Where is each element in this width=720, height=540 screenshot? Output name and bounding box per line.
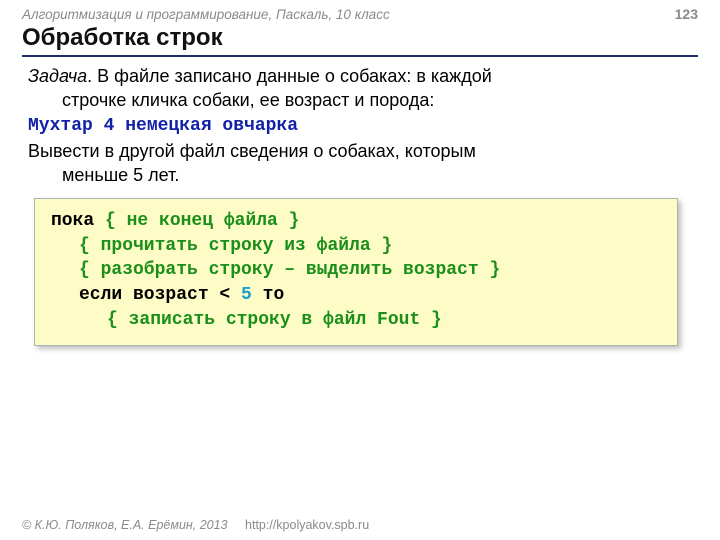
code-comment: { прочитать строку из файла }: [79, 236, 392, 256]
code-block: пока { не конец файла } { прочитать стро…: [34, 198, 678, 346]
footer-url: http://kpolyakov.spb.ru: [245, 518, 369, 532]
code-number: 5: [241, 285, 252, 305]
task-label: Задача: [28, 66, 87, 86]
slide-header: Алгоритмизация и программирование, Паска…: [0, 0, 720, 24]
content-area: Задача. В файле записано данные о собака…: [0, 61, 720, 346]
code-keyword: то: [252, 285, 284, 305]
code-line-3: { разобрать строку – выделить возраст }: [51, 258, 661, 283]
task-line-3: Вывести в другой файл сведения о собаках…: [28, 140, 692, 164]
slide-footer: © К.Ю. Поляков, Е.А. Ерёмин, 2013 http:/…: [22, 518, 369, 532]
task-line-1: Задача. В файле записано данные о собака…: [28, 65, 692, 89]
page-number: 123: [675, 6, 698, 22]
code-comment: { записать строку в файл Fout }: [107, 310, 442, 330]
code-keyword: если возраст <: [79, 285, 241, 305]
code-comment: { разобрать строку – выделить возраст }: [79, 260, 500, 280]
code-keyword: пока: [51, 211, 105, 231]
copyright: © К.Ю. Поляков, Е.А. Ерёмин, 2013: [22, 518, 228, 532]
code-comment: { не конец файла }: [105, 211, 299, 231]
code-line-4: если возраст < 5 то: [51, 283, 661, 308]
code-line-1: пока { не конец файла }: [51, 209, 661, 234]
task-line-2: строчке кличка собаки, ее возраст и поро…: [28, 89, 692, 113]
task-example: Мухтар 4 немецкая овчарка: [28, 115, 692, 139]
code-line-5: { записать строку в файл Fout }: [51, 308, 661, 333]
page-title: Обработка строк: [22, 24, 698, 57]
code-line-2: { прочитать строку из файла }: [51, 234, 661, 259]
course-label: Алгоритмизация и программирование, Паска…: [22, 7, 390, 22]
task-text-1: . В файле записано данные о собаках: в к…: [87, 66, 492, 86]
task-line-4: меньше 5 лет.: [28, 164, 692, 188]
